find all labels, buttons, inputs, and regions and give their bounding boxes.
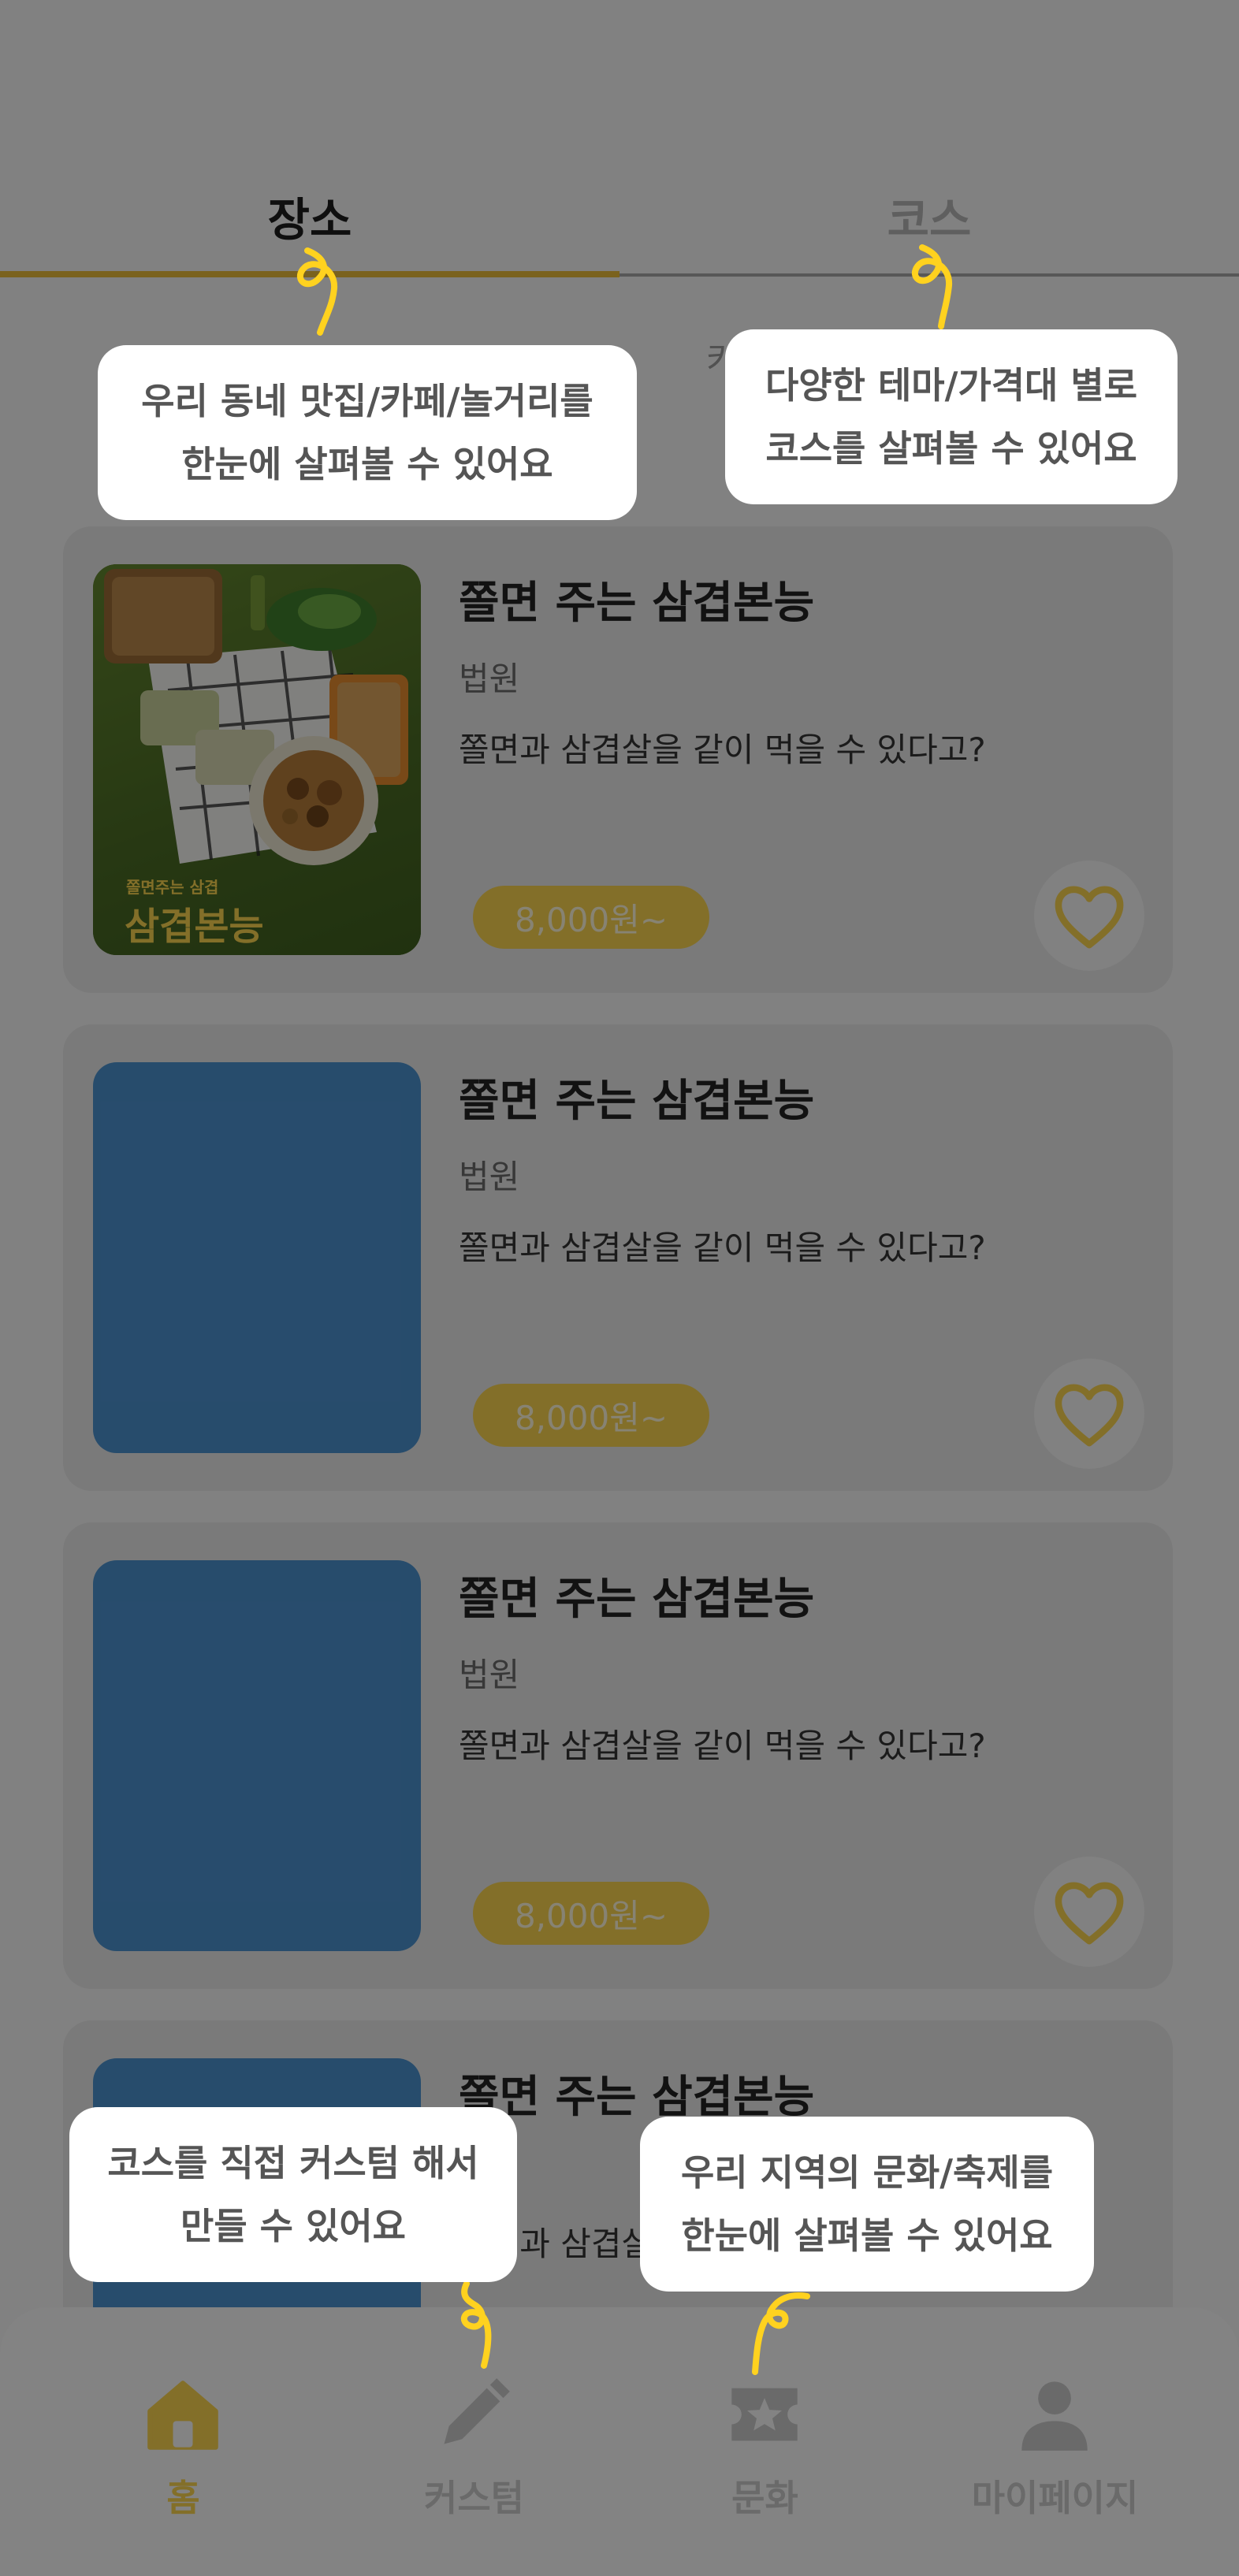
tooltip-custom-line2: 만들 수 있어요 <box>180 2205 406 2247</box>
tooltip-place-line2: 한눈에 살펴볼 수 있어요 <box>181 443 553 485</box>
tooltip-course: 다양한 테마/가격대 별로 코스를 살펴볼 수 있어요 <box>725 329 1178 504</box>
tooltip-custom: 코스를 직접 커스텀 해서 만들 수 있어요 <box>69 2107 517 2282</box>
tooltip-place: 우리 동네 맛집/카페/놀거리를 한눈에 살펴볼 수 있어요 <box>98 345 637 520</box>
tooltip-course-line1: 다양한 테마/가격대 별로 <box>765 364 1138 407</box>
tooltip-custom-line1: 코스를 직접 커스텀 해서 <box>107 2142 479 2184</box>
tooltip-place-line1: 우리 동네 맛집/카페/놀거리를 <box>141 380 593 422</box>
tooltip-culture-line2: 한눈에 살펴볼 수 있어요 <box>681 2214 1053 2257</box>
tooltip-culture: 우리 지역의 문화/축제를 한눈에 살펴볼 수 있어요 <box>640 2117 1094 2292</box>
tooltip-pointer-course <box>911 244 952 329</box>
tooltip-culture-line1: 우리 지역의 문화/축제를 <box>680 2151 1054 2194</box>
tooltip-pointer-custom <box>460 2280 492 2369</box>
tooltip-pointer-culture <box>752 2292 810 2375</box>
tooltip-course-line2: 코스를 살펴볼 수 있어요 <box>765 427 1137 470</box>
tooltip-pointer-place <box>296 247 337 336</box>
